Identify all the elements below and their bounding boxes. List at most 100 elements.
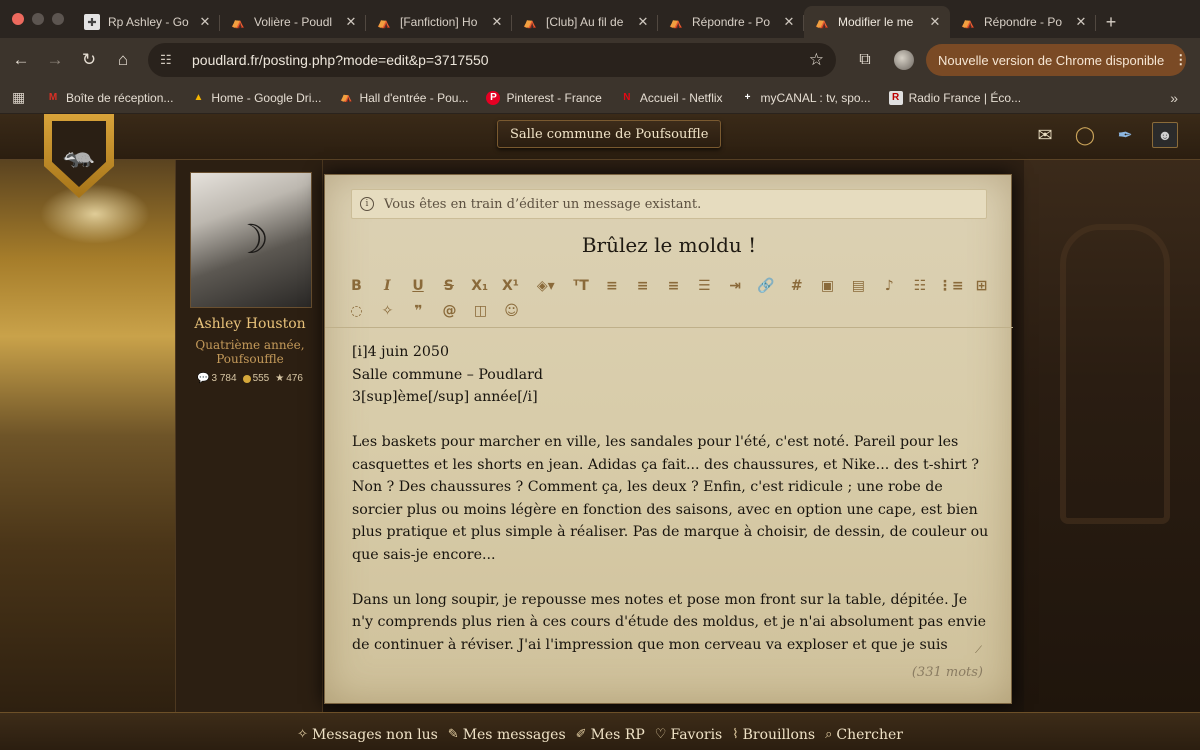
- indent-icon[interactable]: ⇥: [720, 275, 751, 297]
- align-right-icon[interactable]: ≡: [658, 275, 689, 297]
- browser-tab[interactable]: ⛺ [Club] Au fil de ✕: [512, 6, 658, 38]
- bottom-navigation: ✧ Messages non lus ✎ Mes messages ✐ Mes …: [0, 712, 1200, 750]
- profile-avatar[interactable]: [894, 50, 914, 70]
- emoji-icon[interactable]: ☺: [496, 300, 527, 322]
- background-glow: [40, 184, 150, 244]
- italic-icon[interactable]: I: [372, 275, 403, 297]
- reload-button[interactable]: ↻: [72, 43, 106, 77]
- editor-paragraph: Les baskets pour marcher en ville, les s…: [352, 434, 989, 563]
- more-menu-icon: ⋮: [1174, 52, 1188, 67]
- new-tab-button[interactable]: +: [1096, 6, 1126, 38]
- nav-label: Messages non lus: [311, 726, 438, 743]
- bookmark-item[interactable]: + myCANAL : tv, spo...: [741, 91, 871, 105]
- quote-icon[interactable]: ❞: [403, 300, 434, 322]
- nav-label: Brouillons: [742, 726, 816, 743]
- close-tab-icon[interactable]: ✕: [928, 14, 942, 30]
- image-icon[interactable]: ▣: [812, 275, 843, 297]
- apps-grid-icon[interactable]: ▦: [12, 89, 38, 106]
- browser-tab[interactable]: ⛺ Répondre - Po ✕: [658, 6, 804, 38]
- color-picker-icon[interactable]: ◈▾: [526, 275, 566, 297]
- nav-drafts[interactable]: ⌇ Brouillons: [732, 721, 815, 743]
- subscript-icon[interactable]: X₁: [464, 275, 495, 297]
- hashtag-icon[interactable]: #: [781, 275, 812, 297]
- browser-tab-active[interactable]: ⛺ Modifier le me ✕: [804, 6, 950, 38]
- close-tab-icon[interactable]: ✕: [490, 14, 504, 30]
- bookmark-item[interactable]: P Pinterest - France: [486, 90, 602, 105]
- extensions-icon[interactable]: ⧉: [848, 51, 882, 69]
- close-tab-icon[interactable]: ✕: [636, 14, 650, 30]
- ring-icon[interactable]: ◯: [1072, 122, 1098, 148]
- star-value: 476: [286, 373, 303, 384]
- bold-icon[interactable]: B: [341, 275, 372, 297]
- justify-icon[interactable]: ☰: [689, 275, 720, 297]
- bullet-list-icon[interactable]: ☷: [905, 275, 936, 297]
- close-tab-icon[interactable]: ✕: [1074, 14, 1088, 30]
- author-name[interactable]: Ashley Houston: [176, 316, 324, 332]
- close-tab-icon[interactable]: ✕: [198, 14, 212, 30]
- source-code-icon[interactable]: ◫: [465, 300, 496, 322]
- browser-tab[interactable]: ⛺ Répondre - Po ✕: [950, 6, 1096, 38]
- magic-wand-icon[interactable]: ✧: [372, 300, 403, 322]
- browser-tab[interactable]: ⛺ [Fanfiction] Ho ✕: [366, 6, 512, 38]
- tab-title: Rp Ashley - Go: [108, 15, 189, 29]
- underline-icon[interactable]: U: [403, 275, 434, 297]
- more-bookmarks-icon[interactable]: »: [1170, 90, 1178, 106]
- bookmark-item[interactable]: ▲ Home - Google Dri...: [191, 91, 321, 105]
- align-center-icon[interactable]: ≡: [627, 275, 658, 297]
- mention-icon[interactable]: @: [434, 300, 465, 322]
- bookmark-item[interactable]: N Accueil - Netflix: [620, 91, 722, 105]
- bookmark-item[interactable]: ⛺ Hall d'entrée - Pou...: [339, 91, 468, 105]
- address-bar[interactable]: ☷ poudlard.fr/posting.php?mode=edit&p=37…: [148, 43, 836, 77]
- profile-portrait-icon[interactable]: ☻: [1152, 122, 1178, 148]
- maximize-window-button[interactable]: [52, 13, 64, 25]
- message-count-value: 3 784: [211, 373, 237, 384]
- bookmark-label: Home - Google Dri...: [211, 90, 322, 105]
- star-icon: ★: [275, 373, 285, 384]
- post-title[interactable]: Brûlez le moldu !: [325, 233, 1013, 257]
- strikethrough-icon[interactable]: S: [433, 275, 464, 297]
- music-icon[interactable]: ♪: [874, 275, 905, 297]
- mail-icon[interactable]: ✉: [1032, 122, 1058, 148]
- align-left-icon[interactable]: ≡: [596, 275, 627, 297]
- back-button[interactable]: ←: [4, 43, 38, 77]
- video-icon[interactable]: ▤: [843, 275, 874, 297]
- browser-tab[interactable]: ⛺ Volière - Poudl ✕: [220, 6, 366, 38]
- close-tab-icon[interactable]: ✕: [344, 14, 358, 30]
- hat-icon: ⛺: [340, 92, 353, 103]
- nav-favorites[interactable]: ♡ Favoris: [655, 721, 722, 743]
- table-icon[interactable]: ⊞: [966, 275, 997, 297]
- superscript-icon[interactable]: X¹: [495, 275, 526, 297]
- numbered-list-icon[interactable]: ⋮≡: [935, 275, 966, 297]
- site-settings-icon[interactable]: ☷: [160, 52, 182, 68]
- font-size-icon[interactable]: ᵀT: [566, 275, 597, 297]
- plus-box-icon: ✚: [84, 14, 100, 30]
- bookmark-label: Pinterest - France: [506, 90, 602, 105]
- nav-label: Mes messages: [462, 726, 566, 743]
- close-tab-icon[interactable]: ✕: [782, 14, 796, 30]
- tab-title: [Fanfiction] Ho: [400, 15, 478, 29]
- quill-icon[interactable]: ✒: [1112, 122, 1138, 148]
- chrome-update-button[interactable]: Nouvelle version de Chrome disponible ⋮: [926, 44, 1188, 76]
- close-window-button[interactable]: [12, 13, 24, 25]
- quill-icon: ✎: [447, 727, 459, 742]
- resize-handle-icon[interactable]: ⟋: [975, 645, 985, 656]
- bookmark-star-icon[interactable]: ☆: [809, 50, 824, 70]
- browser-tab[interactable]: ✚ Rp Ashley - Go ✕: [74, 6, 220, 38]
- bookmark-item[interactable]: R Radio France | Éco...: [888, 90, 1021, 105]
- message-count: 💬 3 784: [197, 373, 236, 384]
- minimize-window-button[interactable]: [32, 13, 44, 25]
- hat-icon: ⛺: [523, 16, 537, 29]
- message-textarea[interactable]: [i]4 juin 2050 Salle commune – Poudlard …: [352, 341, 992, 653]
- bookmark-item[interactable]: M Boîte de réception...: [46, 91, 174, 105]
- nav-my-messages[interactable]: ✎ Mes messages: [448, 721, 566, 743]
- spoiler-icon[interactable]: ◌: [341, 300, 372, 322]
- nav-unread-messages[interactable]: ✧ Messages non lus: [297, 721, 438, 743]
- nav-my-rp[interactable]: ✐ Mes RP: [576, 721, 645, 743]
- editor-line: [i]4 juin 2050: [352, 344, 449, 360]
- nav-search[interactable]: ⌕ Chercher: [825, 721, 903, 743]
- avatar[interactable]: ☽: [190, 172, 312, 308]
- link-icon[interactable]: 🔗: [751, 275, 782, 297]
- forward-button[interactable]: →: [38, 43, 72, 77]
- home-button[interactable]: ⌂: [106, 43, 140, 77]
- armchair-decoration: [1060, 224, 1170, 524]
